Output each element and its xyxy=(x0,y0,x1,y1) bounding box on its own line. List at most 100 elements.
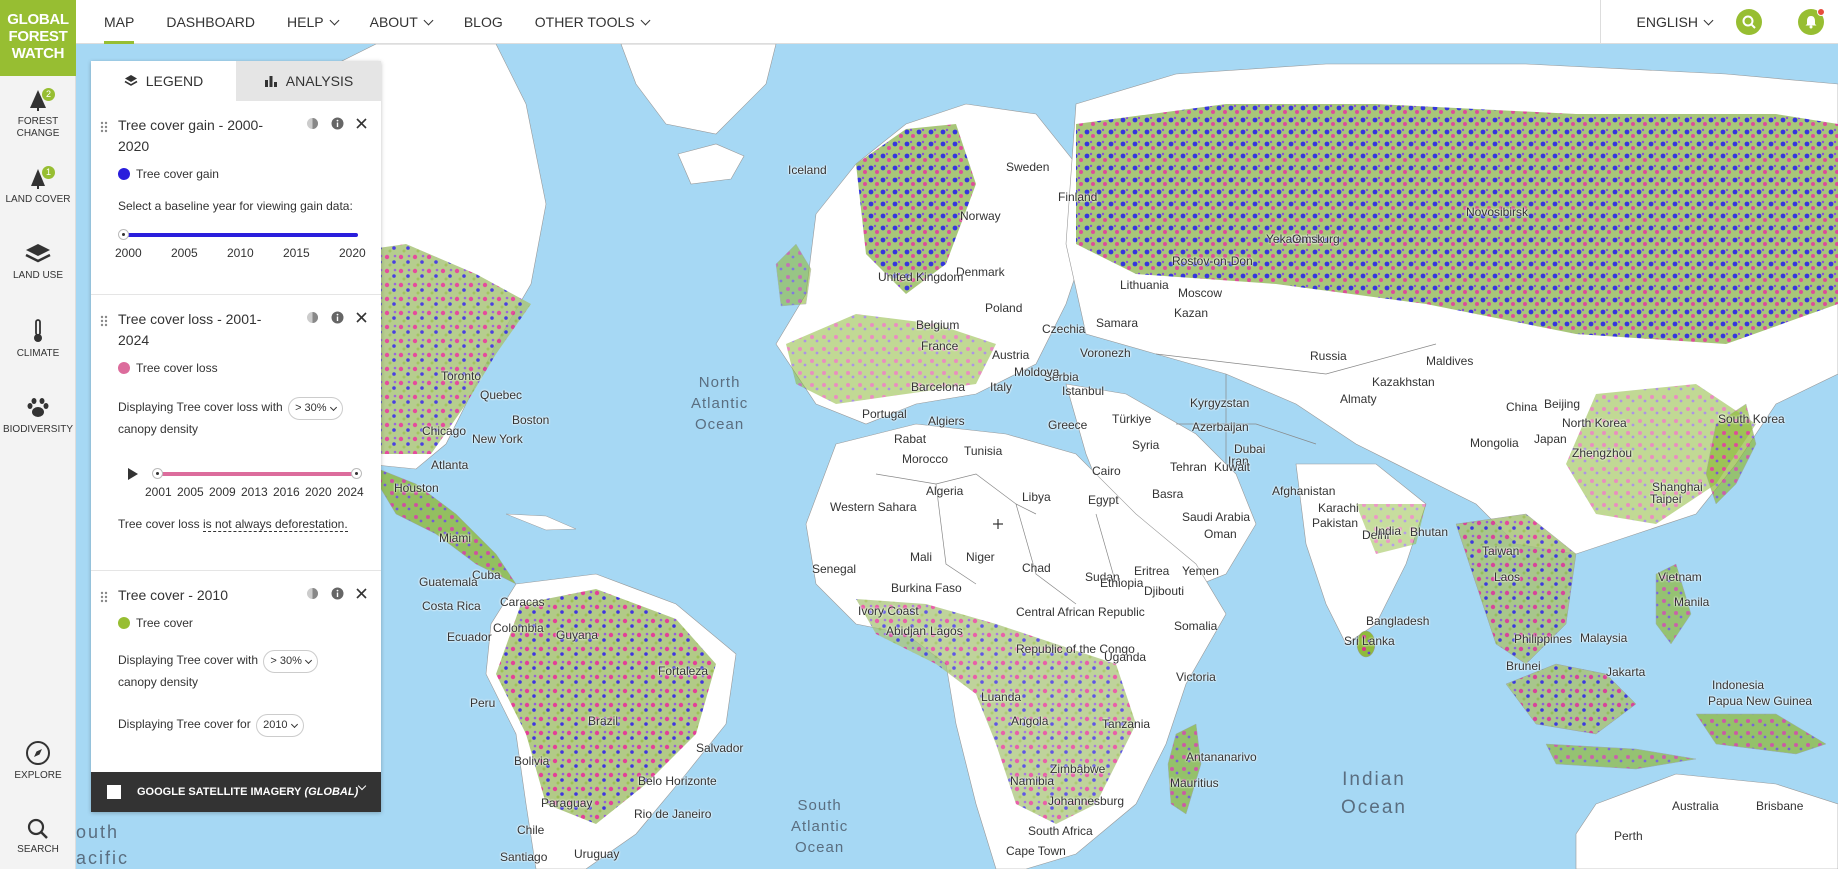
layer-tree-cover: Tree cover - 2010 Tree cover Displaying … xyxy=(91,571,381,771)
nav-menu: MAP DASHBOARD HELP ABOUT BLOG OTHER TOOL… xyxy=(88,0,665,44)
sidebar-item-forest-change[interactable]: 2 FOREST CHANGE xyxy=(0,88,76,140)
place-label: Central African Republic xyxy=(1016,605,1145,619)
baseline-year-slider[interactable] xyxy=(118,228,358,242)
info-icon[interactable] xyxy=(331,587,344,600)
place-label: Brunei xyxy=(1506,659,1541,673)
info-icon[interactable] xyxy=(331,117,344,130)
loss-timeline: 2001 2005 2009 2013 2016 2020 2024 xyxy=(118,467,364,499)
layer-description: Displaying Tree cover loss with > 30% ca… xyxy=(118,397,363,439)
place-label: Türkiye xyxy=(1112,412,1152,426)
place-label: Saudi Arabia xyxy=(1182,510,1251,524)
slider-ticks: 2000 2005 2010 2015 2020 xyxy=(115,246,366,260)
info-icon[interactable] xyxy=(331,311,344,324)
slider-end-handle[interactable] xyxy=(351,468,362,479)
chevron-down-icon xyxy=(304,656,312,664)
canopy-density-select[interactable]: > 30% xyxy=(288,397,343,420)
nav-item-help[interactable]: HELP xyxy=(271,0,354,44)
place-label: Fortaleza xyxy=(658,664,709,678)
chevron-down-icon xyxy=(290,720,298,728)
language-selector[interactable]: ENGLISH xyxy=(1601,14,1736,30)
place-label: Perth xyxy=(1614,829,1643,843)
place-label: Uruguay xyxy=(574,847,620,861)
chevron-down-icon xyxy=(329,15,340,25)
drag-handle-icon[interactable] xyxy=(100,121,108,133)
layer-description: Select a baseline year for viewing gain … xyxy=(118,199,353,213)
chevron-down-icon xyxy=(1703,15,1714,25)
slider-handle[interactable] xyxy=(118,229,129,240)
close-icon[interactable] xyxy=(356,118,367,129)
bar-chart-icon xyxy=(264,76,277,87)
place-label: Barcelona xyxy=(911,380,966,394)
drag-handle-icon[interactable] xyxy=(100,591,108,603)
sidebar-item-biodiversity[interactable]: BIODIVERSITY xyxy=(0,396,76,436)
ocean-label-south-pacific: outh acific xyxy=(76,822,130,868)
basemap-checkbox[interactable] xyxy=(107,785,121,799)
notifications-button[interactable] xyxy=(1798,8,1825,35)
place-label: Egypt xyxy=(1088,493,1119,507)
sidebar-item-land-use[interactable]: LAND USE xyxy=(0,242,76,282)
place-label: Cairo xyxy=(1092,464,1121,478)
app-root: North Atlantic Ocean South Atlantic Ocea… xyxy=(0,0,1838,869)
nav-item-other-tools[interactable]: OTHER TOOLS xyxy=(519,0,665,44)
tab-legend[interactable]: LEGEND xyxy=(91,61,236,101)
canopy-density-select[interactable]: > 30% xyxy=(263,650,318,673)
place-label: Houston xyxy=(394,481,439,495)
place-label: Omsk xyxy=(1292,232,1324,246)
place-label: Kazan xyxy=(1174,306,1209,320)
place-label: Oman xyxy=(1204,527,1237,541)
year-select[interactable]: 2010 xyxy=(256,714,304,737)
place-label: Yemen xyxy=(1182,564,1219,578)
sidebar-item-search[interactable]: SEARCH xyxy=(0,818,76,856)
place-label: Russia xyxy=(1310,349,1347,363)
nav-item-dashboard[interactable]: DASHBOARD xyxy=(150,0,271,44)
layer-year-description: Displaying Tree cover for 2010 xyxy=(118,714,363,737)
opacity-icon[interactable] xyxy=(306,117,319,130)
play-icon[interactable] xyxy=(127,467,139,481)
layer-title: Tree cover loss - 2001-2024 xyxy=(118,311,262,348)
nav-item-blog[interactable]: BLOG xyxy=(448,0,519,44)
search-icon xyxy=(1742,15,1756,29)
place-label: Manila xyxy=(1674,595,1710,609)
sidebar-item-explore[interactable]: EXPLORE xyxy=(0,740,76,782)
place-label: Jakarta xyxy=(1606,665,1646,679)
sidebar-item-land-cover[interactable]: 1 LAND COVER xyxy=(0,166,76,206)
place-label: Morocco xyxy=(902,452,949,466)
place-label: Ethiopia xyxy=(1100,576,1144,590)
nav-item-map[interactable]: MAP xyxy=(88,0,150,44)
layers-icon xyxy=(124,75,138,86)
layer-tree-cover-gain: Tree cover gain - 2000-2020 Tree cover g… xyxy=(91,101,381,295)
loss-year-slider[interactable] xyxy=(152,467,362,481)
drag-handle-icon[interactable] xyxy=(100,315,108,327)
nav-item-about[interactable]: ABOUT xyxy=(354,0,448,44)
place-label: Moscow xyxy=(1178,286,1223,300)
place-label: Paraguay xyxy=(541,796,593,810)
tab-analysis[interactable]: ANALYSIS xyxy=(236,61,381,101)
place-label: Bolivia xyxy=(514,754,550,768)
color-swatch xyxy=(118,362,130,374)
opacity-icon[interactable] xyxy=(306,587,319,600)
basemap-bar[interactable]: GOOGLE SATELLITE IMAGERY (GLOBAL) xyxy=(91,772,381,812)
gfw-logo[interactable]: GLOBAL FOREST WATCH xyxy=(0,0,76,76)
place-label: Rabat xyxy=(894,432,927,446)
layer-title: Tree cover - 2010 xyxy=(118,587,228,603)
search-button[interactable] xyxy=(1736,9,1762,35)
place-label: Belgium xyxy=(916,318,960,332)
slider-start-handle[interactable] xyxy=(152,468,163,479)
close-icon[interactable] xyxy=(356,312,367,323)
place-label: Taipei xyxy=(1650,492,1682,506)
chevron-down-icon xyxy=(423,15,434,25)
place-label: Poland xyxy=(985,301,1023,315)
deforestation-link[interactable]: is not always deforestation. xyxy=(202,517,348,532)
close-icon[interactable] xyxy=(356,588,367,599)
place-label: Portugal xyxy=(862,407,907,421)
paw-icon xyxy=(27,398,49,417)
place-label: Maldives xyxy=(1426,354,1474,368)
opacity-icon[interactable] xyxy=(306,311,319,324)
sidebar-item-climate[interactable]: CLIMATE xyxy=(0,318,76,360)
place-label: Guyana xyxy=(556,628,599,642)
place-label: Mongolia xyxy=(1470,436,1519,450)
place-label: Cape Town xyxy=(1006,844,1066,858)
ocean-label-north-atlantic: North Atlantic Ocean xyxy=(691,374,749,433)
place-label: Tunisia xyxy=(964,444,1003,458)
place-label: China xyxy=(1506,400,1538,414)
